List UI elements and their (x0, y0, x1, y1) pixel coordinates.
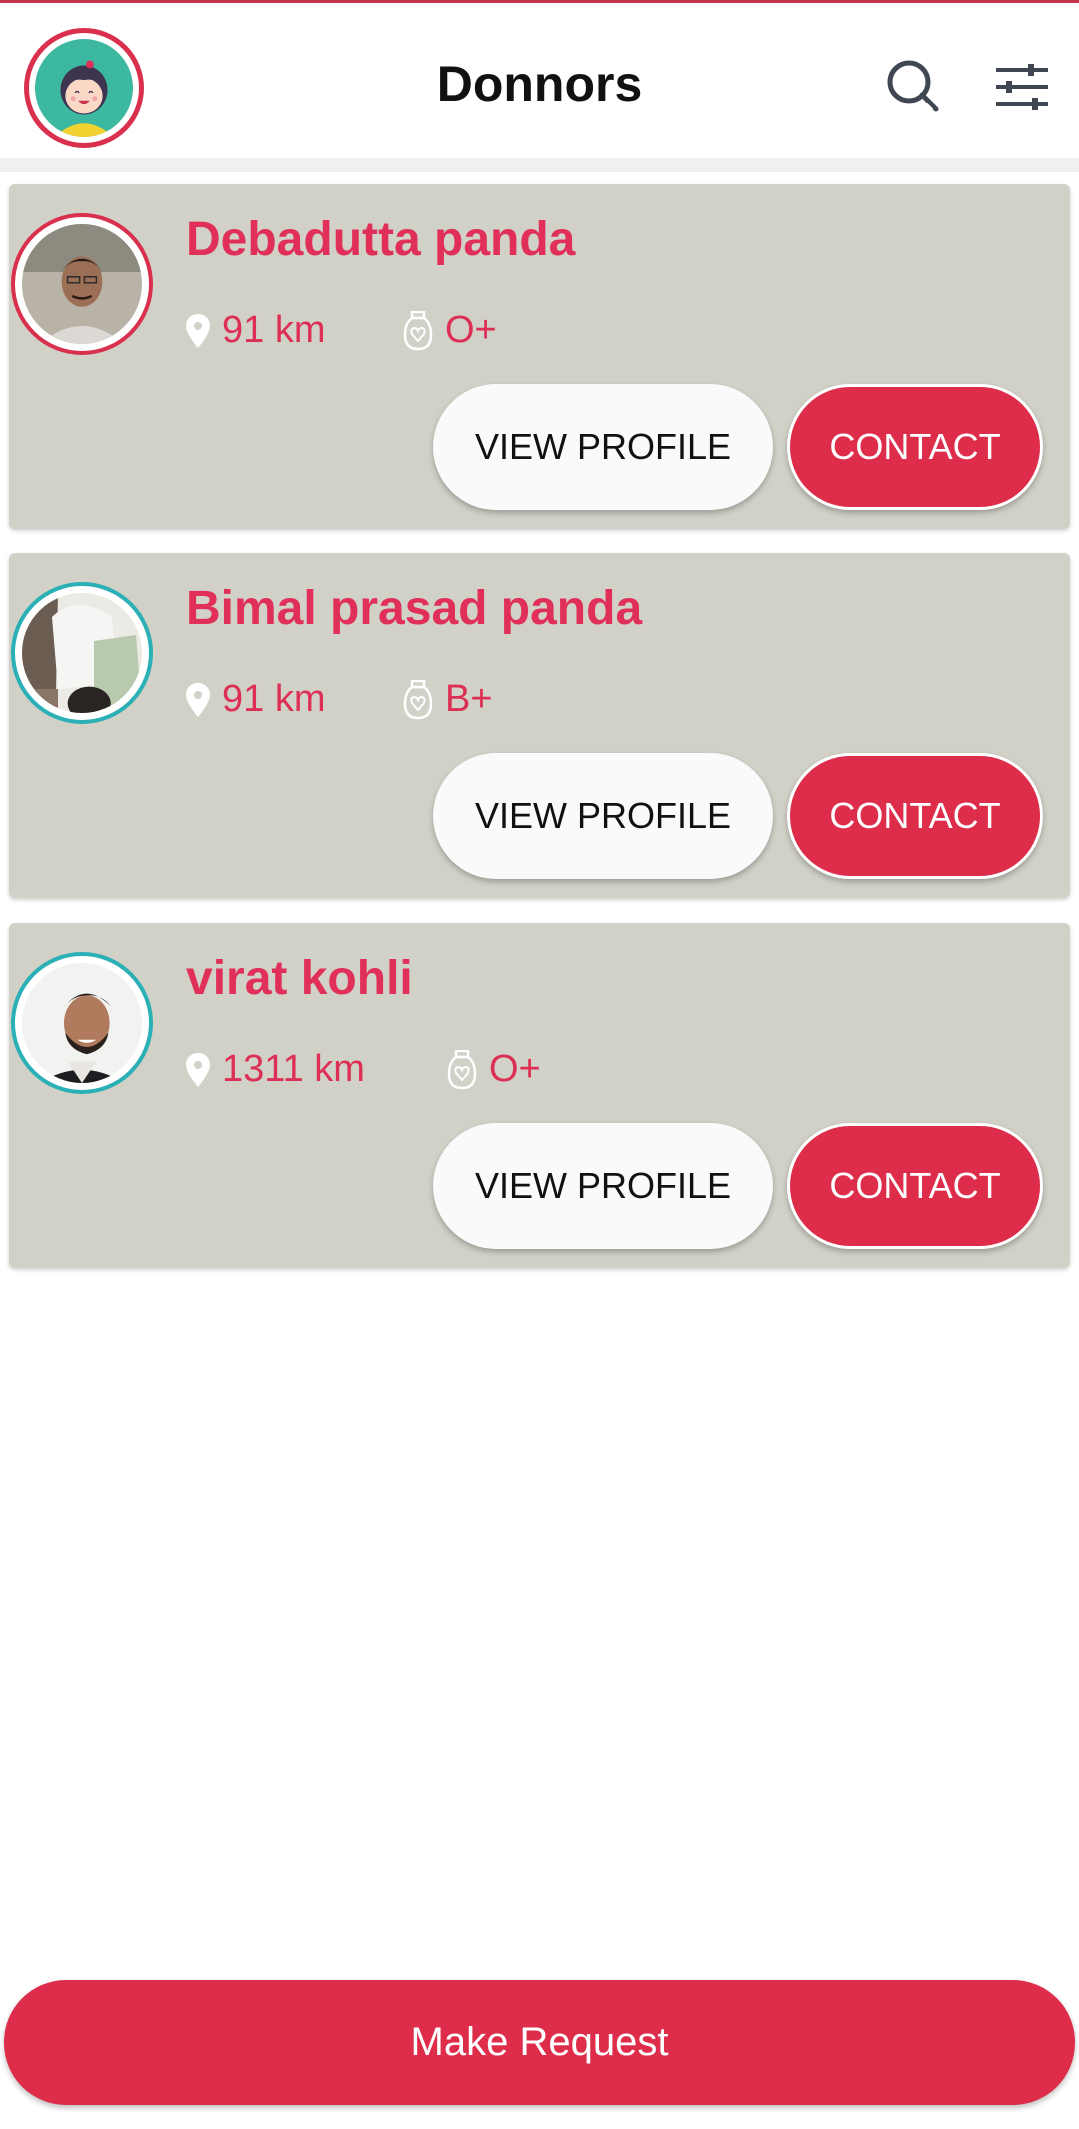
search-button[interactable] (882, 55, 946, 119)
search-icon (887, 60, 939, 112)
donor-name: virat kohli (186, 952, 413, 1005)
donor-photo (22, 224, 142, 344)
blood-group-text: O+ (489, 1048, 541, 1090)
donor-photo (22, 593, 142, 713)
donor-card: Debadutta panda 91 km O+ VIEW PROFILE CO… (9, 184, 1070, 529)
donor-avatar[interactable] (11, 582, 153, 724)
make-request-button[interactable]: Make Request (4, 1980, 1075, 2105)
donor-name: Debadutta panda (186, 213, 576, 266)
blood-bottle-icon (447, 1049, 477, 1090)
donor-avatar[interactable] (11, 952, 153, 1094)
contact-button[interactable]: CONTACT (787, 1123, 1043, 1249)
donor-distance: 91 km (186, 309, 325, 352)
blood-group-text: B+ (445, 678, 493, 720)
contact-button[interactable]: CONTACT (787, 753, 1043, 879)
donor-avatar[interactable] (11, 213, 153, 355)
user-avatar[interactable] (24, 28, 144, 148)
header-divider (0, 158, 1079, 172)
donor-photo (22, 963, 142, 1083)
donor-card: virat kohli 1311 km O+ VIEW PROFILE CONT… (9, 923, 1070, 1268)
donor-distance: 1311 km (186, 1048, 365, 1091)
view-profile-button[interactable]: VIEW PROFILE (433, 753, 773, 879)
blood-group-text: O+ (445, 309, 497, 351)
donor-blood-group: B+ (403, 678, 493, 721)
donor-card: Bimal prasad panda 91 km B+ VIEW PROFILE… (9, 553, 1070, 898)
location-pin-icon (186, 313, 210, 348)
app-header: Donnors (0, 3, 1079, 158)
distance-text: 91 km (222, 309, 326, 351)
location-pin-icon (186, 1052, 210, 1087)
donors-screen: Donnors Debadutta panda 91 km O+ VIEW PR… (0, 0, 1079, 2129)
donor-name: Bimal prasad panda (186, 582, 643, 635)
distance-text: 91 km (222, 678, 326, 720)
view-profile-button[interactable]: VIEW PROFILE (433, 384, 773, 510)
donor-blood-group: O+ (403, 309, 497, 352)
donor-blood-group: O+ (447, 1048, 541, 1091)
contact-button[interactable]: CONTACT (787, 384, 1043, 510)
filter-button[interactable] (990, 55, 1054, 119)
sliders-icon (996, 64, 1048, 110)
view-profile-button[interactable]: VIEW PROFILE (433, 1123, 773, 1249)
blood-bottle-icon (403, 310, 433, 351)
cartoon-girl-avatar-icon (35, 39, 133, 137)
location-pin-icon (186, 682, 210, 717)
donor-distance: 91 km (186, 678, 325, 721)
blood-bottle-icon (403, 679, 433, 720)
distance-text: 1311 km (222, 1048, 365, 1090)
